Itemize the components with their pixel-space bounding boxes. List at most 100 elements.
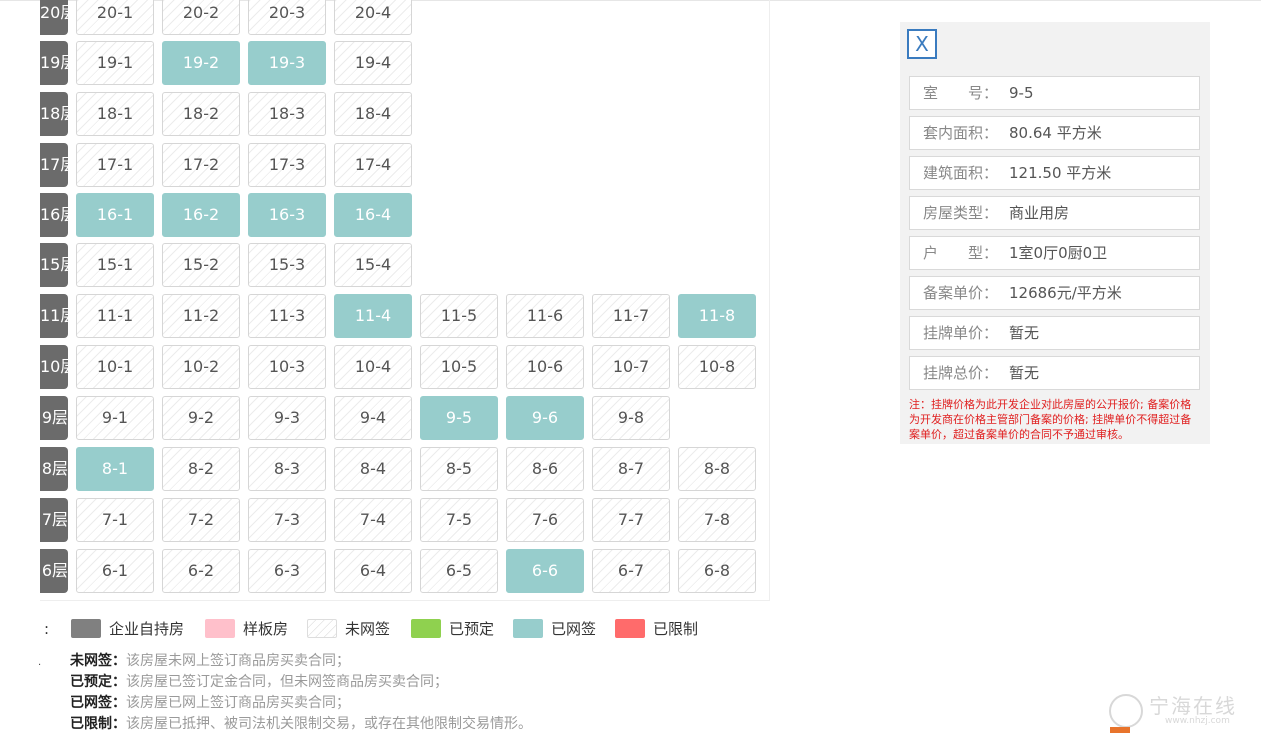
unit-cell[interactable]: 18-1 — [76, 92, 154, 136]
page-root: 20层20-120-220-320-419层19-119-219-319-418… — [0, 0, 1261, 733]
unit-cell[interactable]: 7-5 — [420, 498, 498, 542]
unit-cell[interactable]: 9-4 — [334, 396, 412, 440]
unit-cell[interactable]: 10-1 — [76, 345, 154, 389]
floor-label: 19层 — [40, 41, 68, 85]
unit-cell[interactable]: 10-7 — [592, 345, 670, 389]
floor-row: 18层 18-118-218-318-4 — [40, 92, 769, 136]
unit-cell[interactable]: 17-3 — [248, 143, 326, 187]
unit-cell[interactable]: 15-3 — [248, 243, 326, 287]
unit-cell[interactable]: 20-1 — [76, 0, 154, 35]
unit-cell[interactable]: 9-6 — [506, 396, 584, 440]
close-button[interactable]: X — [907, 29, 937, 59]
unit-cell[interactable]: 6-1 — [76, 549, 154, 593]
floor-row: 11层 11-111-211-311-411-511-611-711-8 — [40, 294, 769, 338]
unit-cell[interactable]: 9-2 — [162, 396, 240, 440]
detail-field: 挂牌单价： 暂无 — [909, 316, 1200, 350]
legend-swatch — [307, 619, 337, 638]
unit-cell[interactable]: 9-1 — [76, 396, 154, 440]
unit-cell[interactable]: 15-2 — [162, 243, 240, 287]
unit-cell[interactable]: 6-4 — [334, 549, 412, 593]
unit-cell[interactable]: 6-8 — [678, 549, 756, 593]
unit-cell[interactable]: 9-5 — [420, 396, 498, 440]
unit-cell[interactable]: 19-4 — [334, 41, 412, 85]
unit-cell[interactable]: 18-2 — [162, 92, 240, 136]
unit-cell[interactable]: 11-8 — [678, 294, 756, 338]
unit-cell[interactable]: 6-2 — [162, 549, 240, 593]
unit-cell[interactable]: 9-3 — [248, 396, 326, 440]
watermark-url: www.nhzj.com — [1165, 716, 1230, 726]
unit-cell[interactable]: 7-4 — [334, 498, 412, 542]
note-line: 已预定：该房屋已签订定金合同，但未网签商品房买卖合同； — [70, 672, 532, 693]
unit-cell[interactable]: 8-4 — [334, 447, 412, 491]
unit-cell[interactable]: 10-6 — [506, 345, 584, 389]
unit-cell[interactable]: 18-3 — [248, 92, 326, 136]
unit-cell[interactable]: 10-5 — [420, 345, 498, 389]
unit-cell[interactable]: 7-1 — [76, 498, 154, 542]
unit-cell[interactable]: 17-4 — [334, 143, 412, 187]
unit-cell[interactable]: 11-1 — [76, 294, 154, 338]
unit-cell[interactable]: 11-5 — [420, 294, 498, 338]
unit-cell[interactable]: 8-1 — [76, 447, 154, 491]
unit-cell[interactable]: 8-7 — [592, 447, 670, 491]
site-watermark: 宁海在线 www.nhzj.com — [1105, 690, 1255, 730]
legend-swatch — [205, 619, 235, 638]
unit-cell[interactable]: 10-8 — [678, 345, 756, 389]
unit-cell[interactable]: 8-2 — [162, 447, 240, 491]
unit-cell[interactable]: 8-5 — [420, 447, 498, 491]
detail-field-label: 室 号： — [923, 84, 999, 102]
unit-cell[interactable]: 10-4 — [334, 345, 412, 389]
unit-cell[interactable]: 6-6 — [506, 549, 584, 593]
unit-cell[interactable]: 7-7 — [592, 498, 670, 542]
note-term: 已预定： — [70, 674, 126, 690]
detail-field-value: 12686元/平方米 — [1009, 284, 1122, 302]
unit-cell[interactable]: 19-2 — [162, 41, 240, 85]
floor-row: 17层 17-117-217-317-4 — [40, 143, 769, 187]
unit-cell[interactable]: 19-1 — [76, 41, 154, 85]
unit-cell[interactable]: 8-6 — [506, 447, 584, 491]
unit-cell[interactable]: 20-3 — [248, 0, 326, 35]
unit-cell[interactable]: 7-6 — [506, 498, 584, 542]
unit-cell[interactable]: 10-2 — [162, 345, 240, 389]
unit-cell[interactable]: 15-4 — [334, 243, 412, 287]
floor-label: 17层 — [40, 143, 68, 187]
note-term: 未网签： — [70, 653, 126, 669]
unit-cell[interactable]: 17-2 — [162, 143, 240, 187]
unit-cell[interactable]: 6-7 — [592, 549, 670, 593]
unit-cell[interactable]: 8-8 — [678, 447, 756, 491]
unit-cell[interactable]: 11-7 — [592, 294, 670, 338]
unit-cell[interactable]: 11-4 — [334, 294, 412, 338]
detail-field-value: 暂无 — [1009, 364, 1040, 382]
unit-cell[interactable]: 16-1 — [76, 193, 154, 237]
unit-cell[interactable]: 11-6 — [506, 294, 584, 338]
unit-cell[interactable]: 17-1 — [76, 143, 154, 187]
detail-note: 注：挂牌价格为此开发企业对此房屋的公开报价; 备案价格为开发商在价格主管部门备案… — [909, 398, 1192, 441]
unit-cell[interactable]: 6-3 — [248, 549, 326, 593]
unit-cell[interactable]: 11-3 — [248, 294, 326, 338]
unit-cell[interactable]: 15-1 — [76, 243, 154, 287]
detail-field-label: 挂牌单价： — [923, 324, 999, 342]
unit-cell[interactable]: 20-2 — [162, 0, 240, 35]
unit-cell[interactable]: 16-4 — [334, 193, 412, 237]
floor-label: 7层 — [40, 498, 68, 542]
unit-cell[interactable]: 7-8 — [678, 498, 756, 542]
unit-cell[interactable]: 20-4 — [334, 0, 412, 35]
note-line: 已网签：该房屋已网上签订商品房买卖合同； — [70, 693, 532, 714]
detail-field-value: 9-5 — [1009, 84, 1034, 102]
unit-cell[interactable]: 9-8 — [592, 396, 670, 440]
unit-cell[interactable]: 16-2 — [162, 193, 240, 237]
note-line: 未网签：该房屋未网上签订商品房买卖合同； — [70, 651, 532, 672]
legend-swatch — [71, 619, 101, 638]
unit-cell[interactable]: 16-3 — [248, 193, 326, 237]
unit-cell[interactable]: 18-4 — [334, 92, 412, 136]
detail-field: 室 号： 9-5 — [909, 76, 1200, 110]
unit-cell[interactable]: 11-2 — [162, 294, 240, 338]
floor-label: 11层 — [40, 294, 68, 338]
unit-cell[interactable]: 19-3 — [248, 41, 326, 85]
unit-cell[interactable]: 8-3 — [248, 447, 326, 491]
unit-cell[interactable]: 7-3 — [248, 498, 326, 542]
detail-field: 房屋类型： 商业用房 — [909, 196, 1200, 230]
unit-cell[interactable]: 10-3 — [248, 345, 326, 389]
unit-cell[interactable]: 6-5 — [420, 549, 498, 593]
unit-cell[interactable]: 7-2 — [162, 498, 240, 542]
detail-field-label: 备案单价： — [923, 284, 999, 302]
